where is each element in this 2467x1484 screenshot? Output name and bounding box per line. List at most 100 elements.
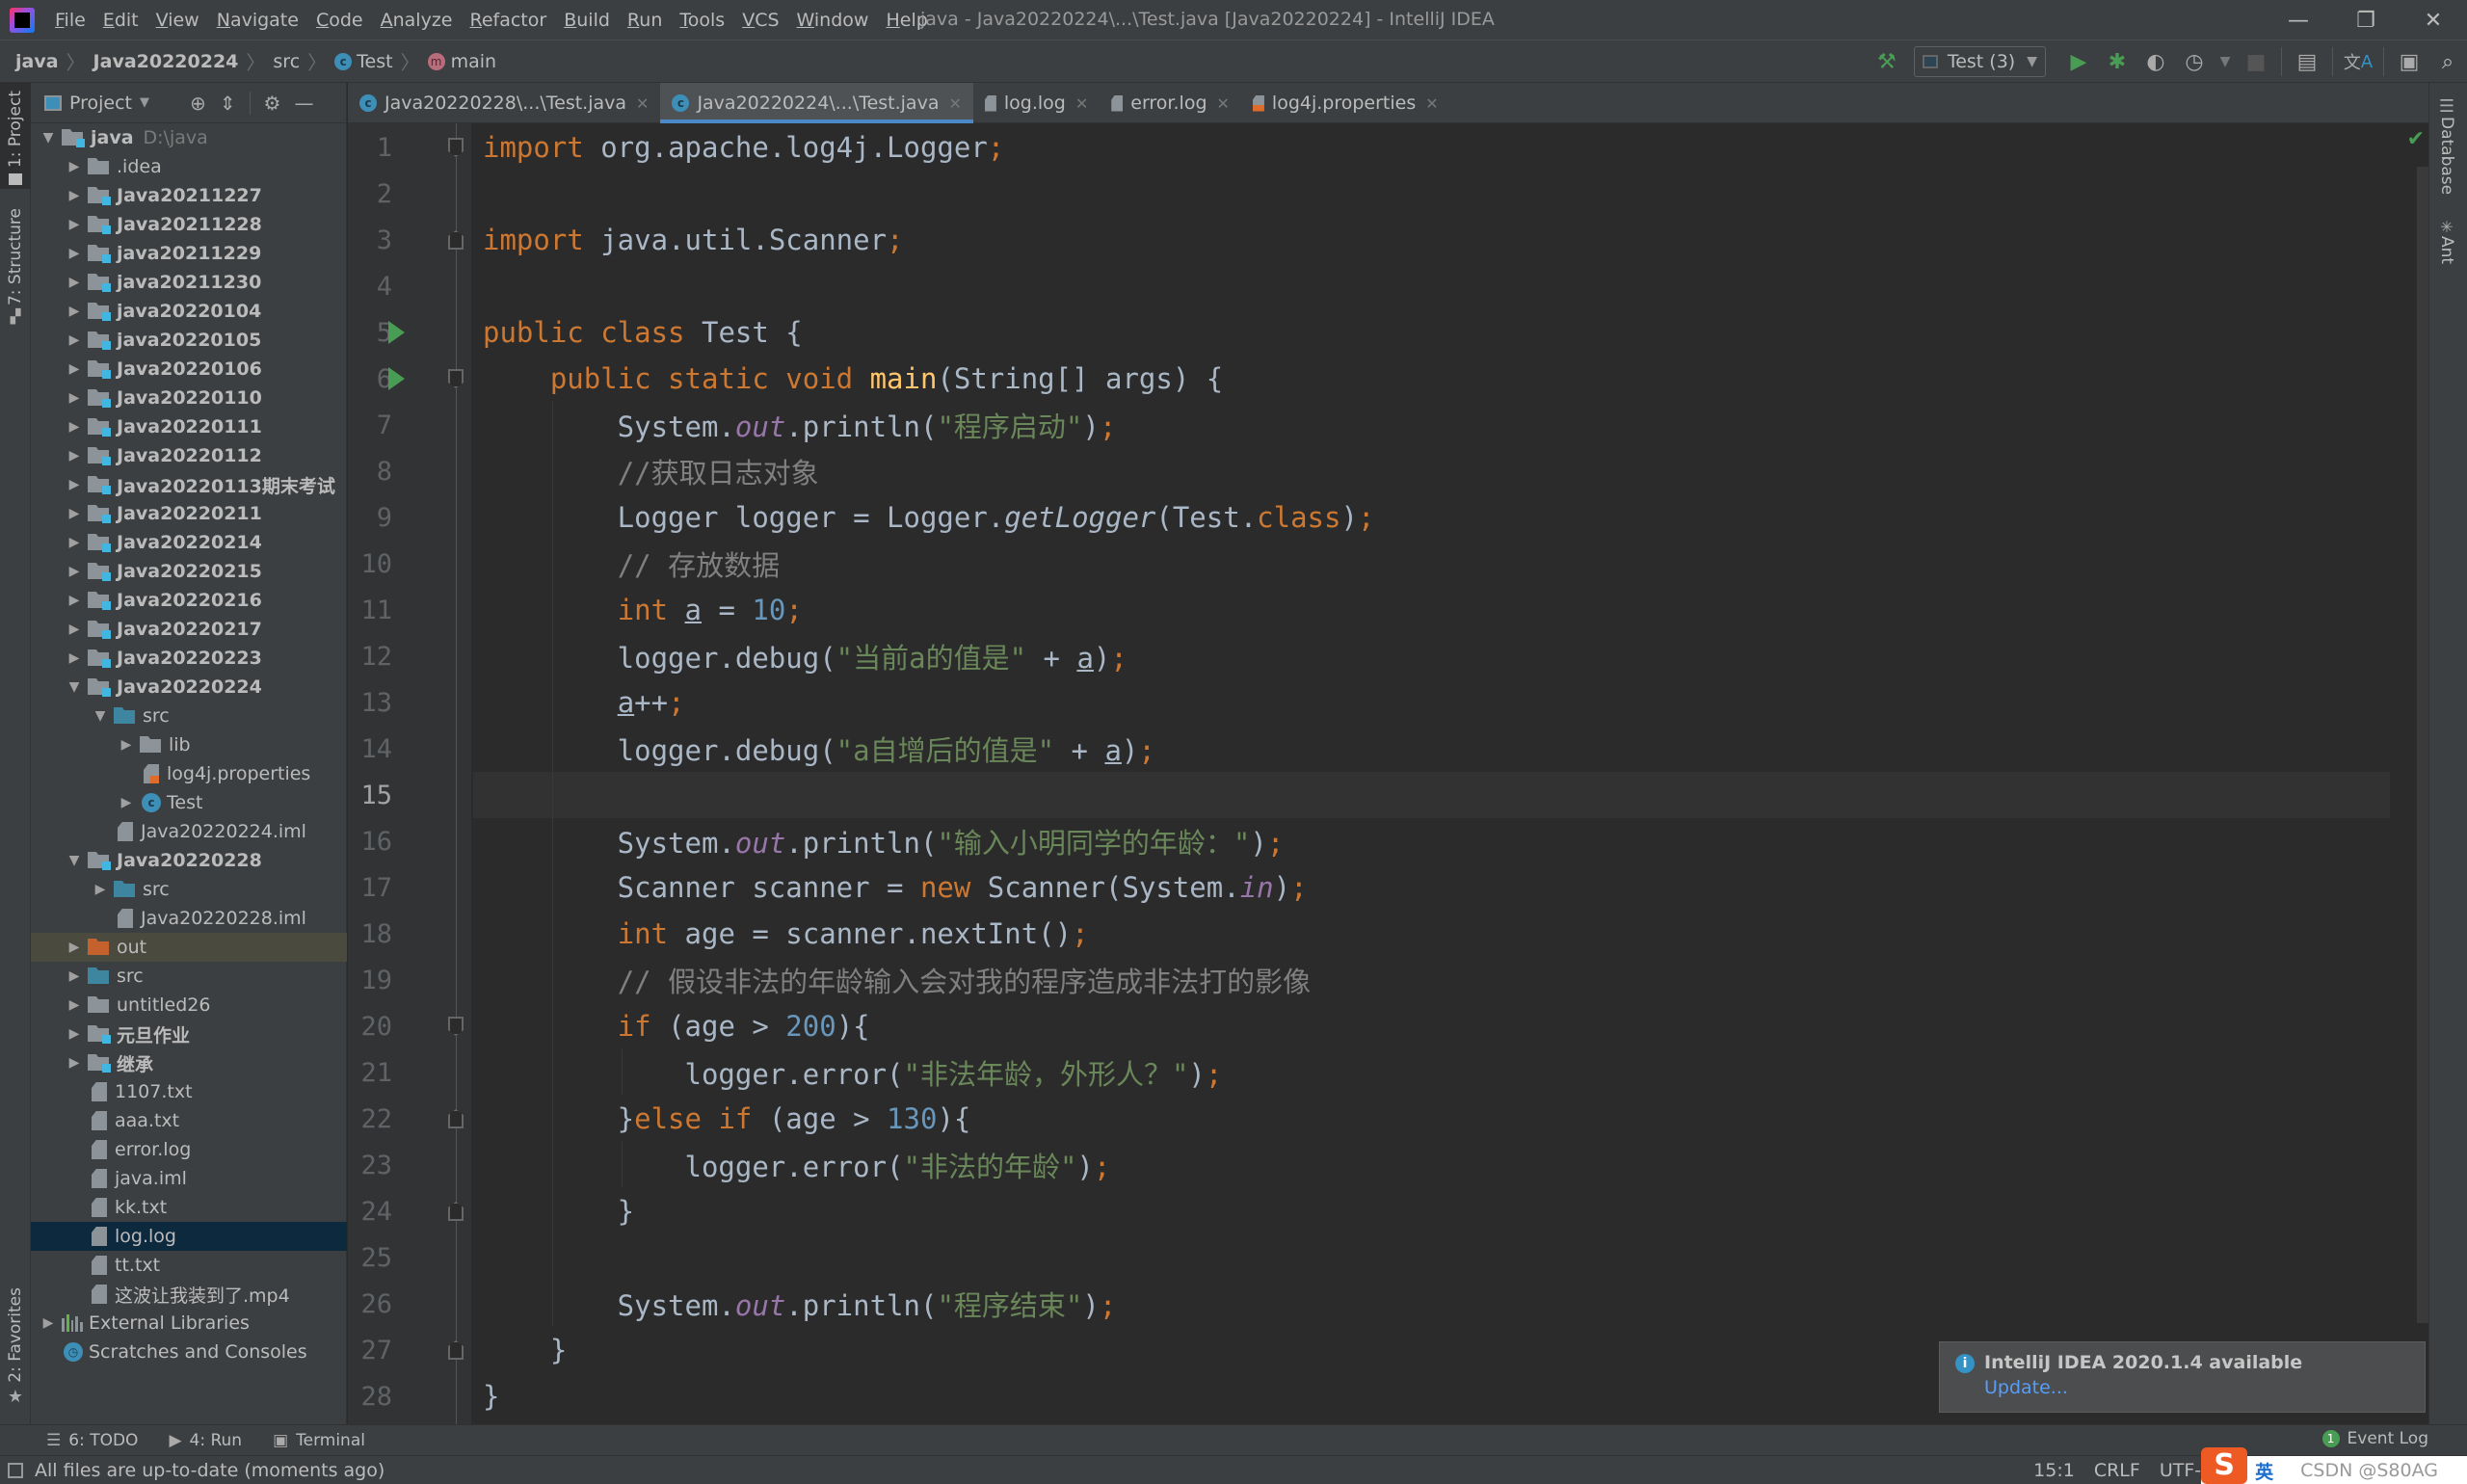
expanded-arrow-icon[interactable]: ▼ xyxy=(66,853,82,868)
build-hammer-icon[interactable]: ⚒ xyxy=(1870,44,1904,79)
translate-icon[interactable]: 文A xyxy=(2341,44,2375,79)
collapsed-arrow-icon[interactable]: ▶ xyxy=(66,622,82,637)
code-line[interactable]: 18 int age = scanner.nextInt(); xyxy=(360,911,2390,957)
tree-item[interactable]: ▶ Java20220223 xyxy=(31,644,347,673)
debug-icon[interactable]: ✱ xyxy=(2100,44,2135,79)
stop-icon[interactable]: ■ xyxy=(2239,44,2273,79)
menu-view[interactable]: View xyxy=(147,10,208,31)
todo-tool-button[interactable]: ☰ 6: TODO xyxy=(46,1431,138,1450)
tree-item[interactable]: ▶ out xyxy=(31,933,347,962)
line-separator[interactable]: CRLF xyxy=(2094,1460,2140,1481)
code-line[interactable]: 17 Scanner scanner = new Scanner(System.… xyxy=(360,864,2390,911)
collapsed-arrow-icon[interactable]: ▶ xyxy=(66,332,82,348)
project-tool-button[interactable]: 1: Project xyxy=(0,83,31,189)
ant-tool-button[interactable]: ✳ Ant xyxy=(2437,218,2456,264)
code-line[interactable]: 12 logger.debug("当前a的值是" + a); xyxy=(360,633,2390,679)
collapsed-arrow-icon[interactable]: ▶ xyxy=(93,882,108,897)
terminal-icon[interactable]: ▣ xyxy=(2392,44,2427,79)
collapsed-arrow-icon[interactable]: ▶ xyxy=(66,1055,82,1071)
locate-file-icon[interactable]: ⊕ xyxy=(190,92,206,115)
tree-item[interactable]: ▶ Java20220215 xyxy=(31,557,347,586)
project-structure-icon[interactable]: ▤ xyxy=(2290,44,2324,79)
terminal-tool-button[interactable]: ▣ Terminal xyxy=(273,1431,365,1450)
run-tool-button[interactable]: ▶ 4: Run xyxy=(169,1431,242,1450)
tree-item[interactable]: ▼ src xyxy=(31,702,347,730)
collapsed-arrow-icon[interactable]: ▶ xyxy=(66,159,82,174)
project-view-select[interactable]: Project xyxy=(69,93,132,114)
run-gutter-icon[interactable] xyxy=(388,321,405,344)
chevron-down-icon[interactable]: ▼ xyxy=(2215,44,2235,79)
tree-item[interactable]: ▶ Java20211227 xyxy=(31,181,347,210)
tree-item[interactable]: ▶ java20220104 xyxy=(31,297,347,326)
tree-item[interactable]: ▶log4j.properties xyxy=(31,759,347,788)
collapsed-arrow-icon[interactable]: ▶ xyxy=(66,217,82,232)
tree-item[interactable]: ▶ untitled26 xyxy=(31,991,347,1020)
menu-file[interactable]: File xyxy=(46,10,94,31)
update-link[interactable]: Update... xyxy=(1984,1377,2411,1398)
collapsed-arrow-icon[interactable]: ▶ xyxy=(66,390,82,406)
code-line[interactable]: 21 logger.error("非法年龄，外形人？"); xyxy=(360,1049,2390,1096)
coverage-icon[interactable]: ◐ xyxy=(2138,44,2173,79)
favorites-tool-button[interactable]: 2: Favorites ★ xyxy=(0,1287,31,1413)
code-line[interactable]: 7 System.out.println("程序启动"); xyxy=(377,402,2390,448)
code-line[interactable]: 16 System.out.println("输入小明同学的年龄："); xyxy=(360,818,2390,864)
menu-run[interactable]: Run xyxy=(619,10,671,31)
close-tab-icon[interactable]: ✕ xyxy=(636,94,649,113)
breadcrumb-module[interactable]: Java20220224 xyxy=(93,51,239,72)
code-line[interactable]: 19 // 假设非法的年龄输入会对我的程序造成非法打的影像 xyxy=(360,957,2390,1003)
collapsed-arrow-icon[interactable]: ▶ xyxy=(66,361,82,377)
caret-position[interactable]: 15:1 xyxy=(2033,1460,2075,1481)
tree-item[interactable]: ▶error.log xyxy=(31,1135,347,1164)
tree-item[interactable]: ▶ java20211229 xyxy=(31,239,347,268)
ime-language[interactable]: 英 xyxy=(2255,1458,2273,1484)
collapsed-arrow-icon[interactable]: ▶ xyxy=(66,448,82,464)
expanded-arrow-icon[interactable]: ▼ xyxy=(40,130,56,146)
editor-tab[interactable]: log4j.properties ✕ xyxy=(1241,83,1450,123)
menu-refactor[interactable]: Refactor xyxy=(461,10,555,31)
tree-item[interactable]: ▶ Java20220214 xyxy=(31,528,347,557)
code-line[interactable]: 2 xyxy=(377,171,2390,217)
collapsed-arrow-icon[interactable]: ▶ xyxy=(119,737,134,753)
tree-item[interactable]: ▶Java20220228.iml xyxy=(31,904,347,933)
code-line[interactable]: 6 public static void main(String[] args)… xyxy=(377,356,2390,402)
tree-item[interactable]: ▶ src xyxy=(31,875,347,904)
menu-tools[interactable]: Tools xyxy=(671,10,733,31)
collapsed-arrow-icon[interactable]: ▶ xyxy=(66,593,82,608)
gear-icon[interactable]: ⚙ xyxy=(264,92,281,115)
profile-icon[interactable]: ◷ xyxy=(2177,44,2212,79)
code-line[interactable]: 4 xyxy=(377,263,2390,309)
code-line[interactable]: 10 // 存放数据 xyxy=(360,541,2390,587)
collapsed-arrow-icon[interactable]: ▶ xyxy=(66,940,82,955)
code-line[interactable]: 20 if (age > 200){ xyxy=(360,1003,2390,1049)
tree-item[interactable]: ▶ Java20220113期末考试 xyxy=(31,470,347,499)
tree-item[interactable]: ▶ java20220105 xyxy=(31,326,347,355)
collapsed-arrow-icon[interactable]: ▶ xyxy=(66,477,82,492)
tree-item[interactable]: ▶ Java20220110 xyxy=(31,384,347,412)
collapsed-arrow-icon[interactable]: ▶ xyxy=(66,188,82,203)
toggle-tool-windows-icon[interactable] xyxy=(8,1462,23,1478)
menu-window[interactable]: Window xyxy=(788,10,878,31)
breadcrumb-method[interactable]: m main xyxy=(427,51,496,72)
editor-tab[interactable]: c Java20220224\...\Test.java ✕ xyxy=(660,83,974,123)
collapsed-arrow-icon[interactable]: ▶ xyxy=(40,1315,56,1331)
collapsed-arrow-icon[interactable]: ▶ xyxy=(66,1026,82,1042)
editor-tab[interactable]: log.log ✕ xyxy=(973,83,1100,123)
menu-analyze[interactable]: Analyze xyxy=(372,10,462,31)
code-area[interactable]: 1 import org.apache.log4j.Logger; 2 3 import… xyxy=(360,123,2390,1424)
tree-item[interactable]: ▶◷Scratches and Consoles xyxy=(31,1338,347,1366)
collapse-all-icon[interactable]: ⇕ xyxy=(220,92,236,115)
tree-item[interactable]: ▶ c Test xyxy=(31,788,347,817)
menu-vcs[interactable]: VCS xyxy=(733,10,787,31)
tree-item[interactable]: ▶aaa.txt xyxy=(31,1106,347,1135)
breadcrumb-java[interactable]: java xyxy=(15,51,59,72)
collapsed-arrow-icon[interactable]: ▶ xyxy=(66,997,82,1013)
menu-build[interactable]: Build xyxy=(555,10,619,31)
collapsed-arrow-icon[interactable]: ▶ xyxy=(66,275,82,290)
collapsed-arrow-icon[interactable]: ▶ xyxy=(66,968,82,984)
chevron-down-icon[interactable]: ▼ xyxy=(140,95,149,110)
tree-item[interactable]: ▶这波让我装到了.mp4 xyxy=(31,1280,347,1309)
collapsed-arrow-icon[interactable]: ▶ xyxy=(66,535,82,550)
code-line[interactable]: 23 logger.error("非法的年龄"); xyxy=(360,1142,2390,1188)
tree-item[interactable]: ▶ .idea xyxy=(31,152,347,181)
code-line[interactable]: 25 xyxy=(360,1234,2390,1281)
